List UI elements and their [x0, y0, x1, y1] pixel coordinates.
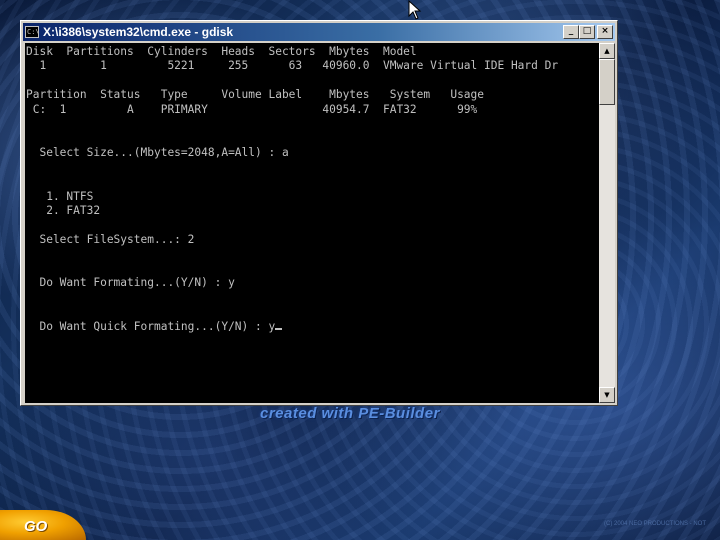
minimize-button[interactable]: _ — [563, 25, 579, 39]
console-output[interactable]: Disk Partitions Cylinders Heads Sectors … — [25, 43, 599, 403]
start-button[interactable]: GO — [0, 510, 86, 540]
scroll-thumb[interactable] — [599, 59, 615, 105]
scroll-up-button[interactable]: ▲ — [599, 43, 615, 59]
scroll-down-button[interactable]: ▼ — [599, 387, 615, 403]
console-line: Partition Status Type Volume Label Mbyte… — [26, 88, 485, 102]
title-bar[interactable]: C:\ X:\i386\system32\cmd.exe - gdisk _ □… — [23, 23, 615, 41]
window-title: X:\i386\system32\cmd.exe - gdisk — [43, 25, 234, 39]
mouse-pointer-icon — [408, 0, 422, 20]
console-line: Select FileSystem...: 2 — [26, 232, 195, 246]
console-line: Disk Partitions Cylinders Heads Sectors … — [26, 45, 417, 58]
vertical-scrollbar[interactable]: ▲ ▼ — [599, 43, 615, 403]
console-icon: C:\ — [25, 26, 40, 38]
console-line: Select Size...(Mbytes=2048,A=All) : a — [26, 146, 289, 160]
text-cursor — [275, 327, 283, 330]
console-line: 2. FAT32 — [26, 203, 101, 217]
console-line: 1 1 5221 255 63 40960.0 VMware Virtual I… — [26, 59, 559, 73]
close-button[interactable]: × — [597, 25, 613, 39]
console-line: 1. NTFS — [26, 189, 94, 203]
console-line: Do Want Formating...(Y/N) : y — [26, 276, 235, 290]
console-line: Do Want Quick Formating...(Y/N) : y — [26, 319, 276, 333]
maximize-button[interactable]: □ — [579, 25, 595, 39]
cmd-window[interactable]: C:\ X:\i386\system32\cmd.exe - gdisk _ □… — [20, 20, 618, 406]
copyright-text: (C) 2004 NEO PRODUCTIONS - NOT — [603, 521, 706, 527]
pe-builder-logo: created with PE-Builder — [260, 405, 440, 422]
console-line: C: 1 A PRIMARY 40954.7 FAT32 99% — [26, 102, 478, 116]
start-button-label: GO — [24, 518, 48, 535]
